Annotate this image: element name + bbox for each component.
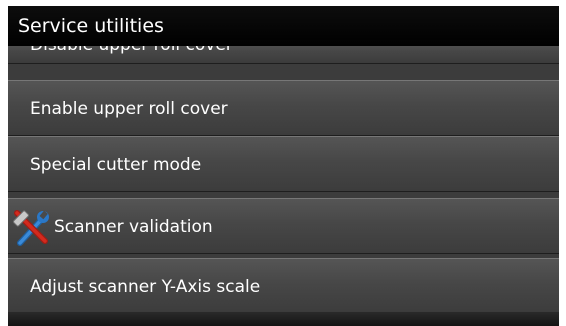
bottom-bar [8,312,559,326]
menu-item-label: Enable upper roll cover [30,99,228,119]
service-utilities-menu: Disable upper roll cover Enable upper ro… [8,6,559,326]
menu-item-special-cutter-mode[interactable]: Special cutter mode [8,136,559,192]
device-screen: Disable upper roll cover Enable upper ro… [8,6,559,326]
menu-item-label: Scanner validation [54,217,213,237]
page-title: Service utilities [18,15,164,37]
menu-item-adjust-scanner-y-axis-scale[interactable]: Adjust scanner Y-Axis scale [8,258,559,314]
menu-item-enable-upper-roll-cover[interactable]: Enable upper roll cover [8,80,559,136]
menu-item-scanner-validation[interactable]: Scanner validation [8,198,559,254]
hammer-wrench-tools-icon [11,207,51,247]
header-bar: Service utilities [8,6,559,46]
menu-item-label: Adjust scanner Y-Axis scale [30,277,261,297]
menu-item-label: Special cutter mode [30,155,202,175]
